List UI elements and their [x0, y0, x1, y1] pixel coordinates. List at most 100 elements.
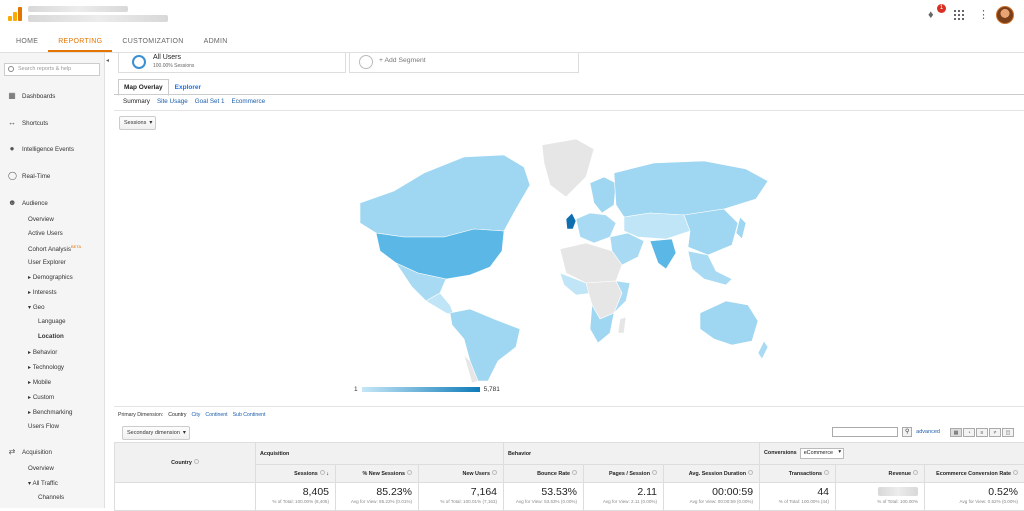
- tab-home[interactable]: HOME: [0, 30, 48, 52]
- map-scandinavia: [590, 177, 616, 213]
- collapse-sidebar-icon[interactable]: ◂: [106, 57, 113, 65]
- sidebar-item-audience[interactable]: ☻Audience: [8, 199, 48, 207]
- beta-badge: BETA: [71, 244, 81, 249]
- tab-reporting[interactable]: REPORTING: [48, 30, 112, 52]
- col-new-users[interactable]: New Users: [419, 465, 504, 483]
- sidebar-item-benchmarking[interactable]: ▸ Benchmarking: [28, 409, 72, 416]
- dimension-city[interactable]: City: [191, 412, 200, 418]
- map-china: [684, 209, 738, 255]
- col-revenue[interactable]: Revenue: [836, 465, 925, 483]
- sidebar-item-active-users[interactable]: Active Users: [28, 230, 63, 237]
- acquisition-group-header: Acquisition: [256, 443, 504, 465]
- top-bar: ♦1 ⋮: [0, 0, 1024, 30]
- total-sessions: 8,405% of Total: 100.00% (8,405): [256, 483, 336, 511]
- col-avg-session-duration[interactable]: Avg. Session Duration: [664, 465, 760, 483]
- table-filter-input[interactable]: [832, 427, 898, 437]
- analytics-logo-icon[interactable]: [8, 7, 22, 21]
- sort-desc-icon: ↓: [326, 471, 329, 477]
- help-icon: [748, 470, 753, 475]
- sidebar: Search reports & help ▦Dashboards ↔Short…: [0, 53, 105, 508]
- sidebar-item-behavior[interactable]: ▸ Behavior: [28, 349, 57, 356]
- subtab-goal-set-1[interactable]: Goal Set 1: [195, 98, 225, 105]
- map-australia: [700, 301, 758, 345]
- sidebar-item-interests[interactable]: ▸ Interests: [28, 289, 57, 296]
- total-revenue: % of Total: 100.00%: [836, 483, 925, 511]
- help-icon: [572, 470, 577, 475]
- col-sessions[interactable]: Sessions ↓: [256, 465, 336, 483]
- total-bounce-rate: 53.53%Avg for View: 53.53% (0.00%): [504, 483, 584, 511]
- sidebar-item-user-explorer[interactable]: User Explorer: [28, 259, 66, 266]
- sidebar-item-intelligence-events[interactable]: ●Intelligence Events: [8, 145, 74, 153]
- property-name[interactable]: [28, 15, 168, 22]
- segment-all-users[interactable]: All Users 100.00% Sessions: [118, 53, 346, 73]
- sidebar-item-users-flow[interactable]: Users Flow: [28, 423, 59, 430]
- apps-grid-icon[interactable]: [954, 10, 964, 20]
- notifications-bell-icon[interactable]: ♦1: [928, 9, 940, 21]
- total-new-sessions: 85.23%Avg for View: 85.22% (0.01%): [336, 483, 419, 511]
- world-map[interactable]: [354, 133, 774, 383]
- sidebar-item-cohort-analysis[interactable]: Cohort AnalysisBETA: [28, 244, 81, 253]
- map-new-zealand: [758, 341, 768, 359]
- avatar[interactable]: [996, 6, 1014, 24]
- view-pie-icon[interactable]: ◔: [963, 428, 975, 437]
- col-transactions[interactable]: Transactions: [760, 465, 836, 483]
- total-conversion-rate: 0.52%Avg for View: 0.52% (0.00%): [925, 483, 1024, 511]
- sidebar-item-language[interactable]: Language: [38, 318, 66, 325]
- sidebar-item-shortcuts[interactable]: ↔Shortcuts: [8, 119, 48, 127]
- add-segment-button[interactable]: + Add Segment: [349, 53, 579, 73]
- secondary-dimension-dropdown[interactable]: Secondary dimension: [122, 426, 190, 440]
- view-comparison-icon[interactable]: ≠: [989, 428, 1001, 437]
- map-legend: 1 5,781: [354, 386, 500, 393]
- sidebar-item-mobile[interactable]: ▸ Mobile: [28, 379, 51, 386]
- totals-row: 8,405% of Total: 100.00% (8,405) 85.23%A…: [115, 483, 1024, 511]
- col-pages-session[interactable]: Pages / Session: [584, 465, 664, 483]
- revenue-redacted: [878, 487, 918, 496]
- view-table-icon[interactable]: ▦: [950, 428, 962, 437]
- sidebar-item-location[interactable]: Location: [38, 333, 64, 340]
- sidebar-item-technology[interactable]: ▸ Technology: [28, 364, 64, 371]
- conversion-type-select[interactable]: eCommerce: [800, 448, 844, 459]
- tab-admin[interactable]: ADMIN: [194, 30, 238, 52]
- help-icon: [407, 470, 412, 475]
- view-pivot-icon[interactable]: ◫: [1002, 428, 1014, 437]
- map-canada: [360, 155, 530, 237]
- sidebar-item-demographics[interactable]: ▸ Demographics: [28, 274, 73, 281]
- account-name[interactable]: [28, 6, 128, 12]
- sidebar-item-all-traffic[interactable]: ▾ All Traffic: [28, 480, 58, 487]
- tab-customization[interactable]: CUSTOMIZATION: [112, 30, 193, 52]
- sidebar-item-acquisition[interactable]: ⇄Acquisition: [8, 448, 52, 456]
- help-icon: [492, 470, 497, 475]
- table-search-icon[interactable]: ⚲: [902, 427, 912, 437]
- total-pages-session: 2.11Avg for View: 2.11 (0.00%): [584, 483, 664, 511]
- sidebar-item-custom[interactable]: ▸ Custom: [28, 394, 54, 401]
- report-main: All Users 100.00% Sessions + Add Segment…: [114, 53, 1024, 508]
- help-icon: [824, 470, 829, 475]
- country-column-header[interactable]: Country: [115, 443, 256, 483]
- realtime-icon: ◯: [8, 172, 16, 180]
- subtab-site-usage[interactable]: Site Usage: [157, 98, 188, 105]
- dimension-country[interactable]: Country: [168, 412, 186, 418]
- sidebar-item-real-time[interactable]: ◯Real-Time: [8, 172, 50, 180]
- view-performance-icon[interactable]: ≡: [976, 428, 988, 437]
- search-input[interactable]: Search reports & help: [4, 63, 100, 76]
- behavior-group-header: Behavior: [504, 443, 760, 465]
- subtab-ecommerce[interactable]: Ecommerce: [232, 98, 266, 105]
- col-bounce-rate[interactable]: Bounce Rate: [504, 465, 584, 483]
- sidebar-item-dashboards[interactable]: ▦Dashboards: [8, 92, 55, 100]
- sidebar-item-geo[interactable]: ▾ Geo: [28, 304, 45, 311]
- help-icon: [194, 459, 199, 464]
- more-options-icon[interactable]: ⋮: [978, 10, 982, 20]
- col-new-sessions[interactable]: % New Sessions: [336, 465, 419, 483]
- sidebar-item-channels[interactable]: Channels: [38, 494, 64, 501]
- dimension-continent[interactable]: Continent: [205, 412, 227, 418]
- dimension-sub-continent[interactable]: Sub Continent: [233, 412, 266, 418]
- help-icon: [913, 470, 918, 475]
- col-conversion-rate[interactable]: Ecommerce Conversion Rate: [925, 465, 1024, 483]
- sidebar-item-acq-overview[interactable]: Overview: [28, 465, 54, 472]
- advanced-filter-link[interactable]: advanced: [916, 429, 940, 435]
- metric-dropdown[interactable]: Sessions: [119, 116, 156, 130]
- sidebar-item-overview[interactable]: Overview: [28, 216, 54, 223]
- subtab-summary[interactable]: Summary: [123, 98, 150, 105]
- conversions-group-header: ConversionseCommerce: [760, 443, 1024, 465]
- total-avg-duration: 00:00:59Avg for View: 00:00:59 (0.00%): [664, 483, 760, 511]
